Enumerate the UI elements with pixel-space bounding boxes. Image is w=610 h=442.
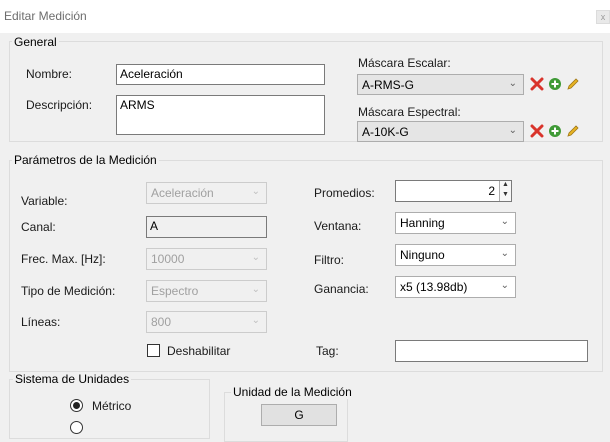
- canal-field[interactable]: A: [146, 216, 267, 238]
- tag-label: Tag:: [316, 344, 339, 358]
- chevron-down-icon: ⌄: [251, 315, 260, 326]
- chevron-down-icon: ⌄: [500, 248, 509, 259]
- chevron-down-icon: ⌄: [251, 252, 260, 263]
- promedios-spin[interactable]: ▲ ▼: [499, 181, 511, 201]
- close-button[interactable]: x: [596, 10, 610, 24]
- ganancia-select[interactable]: x5 (13.98db) ⌄: [395, 276, 516, 298]
- chevron-down-icon: ⌄: [500, 280, 509, 291]
- delete-icon: [530, 77, 544, 91]
- ganancia-value: x5 (13.98db): [400, 280, 468, 294]
- delete-escalar-button[interactable]: [528, 75, 546, 93]
- tipo-medicion-value: Espectro: [151, 284, 199, 298]
- edit-escalar-button[interactable]: [564, 75, 582, 93]
- ganancia-label: Ganancia:: [314, 282, 369, 296]
- mascara-escalar-label: Máscara Escalar:: [358, 56, 451, 70]
- promedios-label: Promedios:: [314, 186, 375, 200]
- mascara-espectral-select[interactable]: A-10K-G ⌄: [357, 121, 524, 142]
- unidad-medicion-legend: Unidad de la Medición: [231, 385, 354, 399]
- unidad-medicion-button[interactable]: G: [261, 404, 337, 426]
- radio-selected-dot: [73, 402, 80, 409]
- parametros-legend: Parámetros de la Medición: [12, 153, 159, 167]
- pencil-icon: [567, 78, 579, 90]
- add-icon: [549, 125, 561, 137]
- deshabilitar-label: Deshabilitar: [167, 344, 231, 358]
- mascara-espectral-label: Máscara Espectral:: [358, 105, 461, 119]
- delete-icon: [530, 124, 544, 138]
- mascara-espectral-value: A-10K-G: [362, 125, 409, 139]
- variable-select[interactable]: Aceleración ⌄: [146, 182, 267, 204]
- filtro-label: Filtro:: [314, 253, 344, 267]
- add-espectral-button[interactable]: [546, 122, 564, 140]
- filtro-value: Ninguno: [400, 248, 445, 262]
- spin-up-icon[interactable]: ▲: [500, 181, 511, 191]
- mascara-escalar-select[interactable]: A-RMS-G ⌄: [357, 74, 524, 95]
- lineas-value: 800: [151, 315, 172, 329]
- general-legend: General: [12, 35, 59, 49]
- variable-label: Variable:: [21, 194, 68, 208]
- frec-max-select[interactable]: 10000 ⌄: [146, 248, 267, 270]
- deshabilitar-checkbox[interactable]: [147, 344, 160, 357]
- window-title: Editar Medición: [4, 9, 87, 23]
- descripcion-field[interactable]: ARMS: [116, 95, 325, 135]
- spin-down-icon[interactable]: ▼: [500, 191, 511, 201]
- ventana-label: Ventana:: [314, 219, 362, 233]
- chevron-down-icon: ⌄: [508, 78, 517, 89]
- lineas-label: Líneas:: [21, 315, 61, 329]
- pencil-icon: [567, 125, 579, 137]
- ventana-value: Hanning: [400, 216, 445, 230]
- chevron-down-icon: ⌄: [500, 216, 509, 227]
- nombre-label: Nombre:: [26, 67, 73, 81]
- delete-espectral-button[interactable]: [528, 122, 546, 140]
- variable-value: Aceleración: [151, 186, 214, 200]
- mascara-escalar-value: A-RMS-G: [362, 78, 414, 92]
- add-icon: [549, 78, 561, 90]
- metrico-radio[interactable]: [70, 399, 83, 412]
- filtro-select[interactable]: Ninguno ⌄: [395, 244, 516, 266]
- ventana-select[interactable]: Hanning ⌄: [395, 212, 516, 234]
- sistema-unidades-legend: Sistema de Unidades: [13, 372, 132, 386]
- metrico-label: Métrico: [92, 399, 132, 413]
- descripcion-label: Descripción:: [26, 98, 93, 112]
- tag-field[interactable]: [395, 340, 588, 362]
- tipo-medicion-label: Tipo de Medición:: [21, 284, 116, 298]
- chevron-down-icon: ⌄: [251, 284, 260, 295]
- nombre-field[interactable]: Aceleración: [116, 64, 325, 85]
- chevron-down-icon: ⌄: [508, 125, 517, 136]
- chevron-down-icon: ⌄: [251, 186, 260, 197]
- imperial-radio[interactable]: [70, 421, 83, 434]
- title-bar: [0, 0, 610, 33]
- lineas-select[interactable]: 800 ⌄: [146, 311, 267, 333]
- canal-label: Canal:: [21, 220, 56, 234]
- tipo-medicion-select[interactable]: Espectro ⌄: [146, 280, 267, 302]
- promedios-stepper[interactable]: 2 ▲ ▼: [395, 180, 512, 202]
- edit-espectral-button[interactable]: [564, 122, 582, 140]
- frec-max-value: 10000: [151, 252, 185, 266]
- add-escalar-button[interactable]: [546, 75, 564, 93]
- frec-max-label: Frec. Max. [Hz]:: [21, 252, 106, 266]
- promedios-value: 2: [488, 184, 495, 198]
